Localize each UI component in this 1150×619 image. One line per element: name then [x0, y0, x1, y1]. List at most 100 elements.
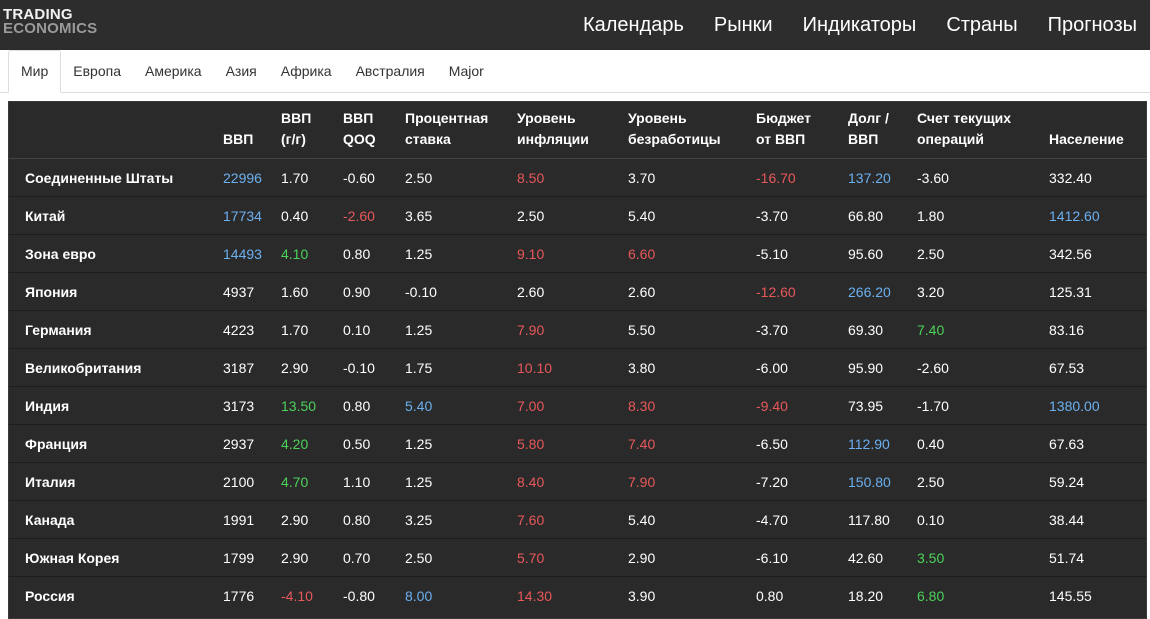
cell-gdp[interactable]: 14493	[217, 234, 275, 273]
table-row[interactable]: Китай 17734 0.40 -2.60 3.65 2.50 5.40 -3.70 66.8…	[9, 196, 1146, 235]
cell-unemployment-rate[interactable]: 7.40	[622, 424, 750, 463]
cell-gdp-yoy[interactable]: 2.90	[275, 500, 337, 539]
table-row[interactable]: Италия 2100 4.70 1.10 1.25 8.40 7.90 -7.20 150.8…	[9, 462, 1146, 501]
table-row[interactable]: Франция 2937 4.20 0.50 1.25 5.80 7.40 -6.50 112.…	[9, 424, 1146, 463]
cell-interest-rate[interactable]: 3.25	[399, 500, 511, 539]
cell-current-account[interactable]: -2.60	[911, 348, 1043, 387]
cell-gdp[interactable]: 22996	[217, 159, 275, 197]
cell-gdp-yoy[interactable]: 4.20	[275, 424, 337, 463]
cell-inflation-rate[interactable]: 7.60	[511, 500, 622, 539]
cell-interest-rate[interactable]: -0.10	[399, 272, 511, 311]
cell-gdp-qoq[interactable]: 0.50	[337, 424, 399, 463]
cell-interest-rate[interactable]: 5.40	[399, 386, 511, 425]
cell-budget-to-gdp[interactable]: -12.60	[750, 272, 842, 311]
cell-gdp-yoy[interactable]: 1.70	[275, 310, 337, 349]
cell-population[interactable]: 67.53	[1043, 348, 1146, 387]
cell-current-account[interactable]: 3.50	[911, 538, 1043, 577]
cell-interest-rate[interactable]: 1.25	[399, 462, 511, 501]
table-row[interactable]: Зона евро 14493 4.10 0.80 1.25 9.10 6.60 -5.10 9…	[9, 234, 1146, 273]
cell-population[interactable]: 342.56	[1043, 234, 1146, 273]
country-link[interactable]: Италия	[9, 462, 217, 501]
cell-current-account[interactable]: 3.20	[911, 272, 1043, 311]
cell-unemployment-rate[interactable]: 2.90	[622, 538, 750, 577]
cell-gdp[interactable]: 3173	[217, 386, 275, 425]
tab-major[interactable]: Major	[437, 50, 496, 92]
tab-asia[interactable]: Азия	[214, 50, 269, 92]
cell-gdp-qoq[interactable]: 0.70	[337, 538, 399, 577]
cell-current-account[interactable]: -3.60	[911, 159, 1043, 197]
cell-unemployment-rate[interactable]: 3.70	[622, 159, 750, 197]
cell-budget-to-gdp[interactable]: -6.50	[750, 424, 842, 463]
cell-gdp[interactable]: 4223	[217, 310, 275, 349]
cell-debt-to-gdp[interactable]: 95.60	[842, 234, 911, 273]
country-link[interactable]: Китай	[9, 196, 217, 235]
cell-gdp-qoq[interactable]: 0.80	[337, 386, 399, 425]
cell-current-account[interactable]: 0.40	[911, 424, 1043, 463]
cell-interest-rate[interactable]: 1.75	[399, 348, 511, 387]
cell-current-account[interactable]: 1.80	[911, 196, 1043, 235]
cell-gdp-qoq[interactable]: -2.60	[337, 196, 399, 235]
tab-europe[interactable]: Европа	[61, 50, 133, 92]
table-row[interactable]: Великобритания 3187 2.90 -0.10 1.75 10.10 3.80…	[9, 348, 1146, 387]
cell-interest-rate[interactable]: 8.00	[399, 576, 511, 614]
tab-africa[interactable]: Африка	[269, 50, 344, 92]
tab-world[interactable]: Мир	[8, 50, 62, 93]
cell-gdp-yoy[interactable]: 0.40	[275, 196, 337, 235]
cell-debt-to-gdp[interactable]: 42.60	[842, 538, 911, 577]
cell-gdp-yoy[interactable]: -4.10	[275, 576, 337, 614]
cell-unemployment-rate[interactable]: 5.50	[622, 310, 750, 349]
cell-debt-to-gdp[interactable]: 137.20	[842, 159, 911, 197]
cell-gdp[interactable]: 2100	[217, 462, 275, 501]
cell-inflation-rate[interactable]: 2.50	[511, 196, 622, 235]
table-row[interactable]: Россия 1776 -4.10 -0.80 8.00 14.30 3.90 0.80 18.…	[9, 576, 1146, 614]
table-row[interactable]: Япония 4937 1.60 0.90 -0.10 2.60 2.60 -12.60 266…	[9, 272, 1146, 311]
cell-interest-rate[interactable]: 1.25	[399, 234, 511, 273]
country-link[interactable]: Россия	[9, 576, 217, 614]
country-link[interactable]: Франция	[9, 424, 217, 463]
cell-unemployment-rate[interactable]: 7.90	[622, 462, 750, 501]
country-link[interactable]: Южная Корея	[9, 538, 217, 577]
cell-unemployment-rate[interactable]: 3.80	[622, 348, 750, 387]
cell-budget-to-gdp[interactable]: -16.70	[750, 159, 842, 197]
cell-debt-to-gdp[interactable]: 73.95	[842, 386, 911, 425]
cell-gdp-qoq[interactable]: 0.90	[337, 272, 399, 311]
cell-gdp-qoq[interactable]: -0.60	[337, 159, 399, 197]
cell-budget-to-gdp[interactable]: 0.80	[750, 576, 842, 614]
cell-debt-to-gdp[interactable]: 66.80	[842, 196, 911, 235]
cell-gdp-yoy[interactable]: 13.50	[275, 386, 337, 425]
cell-gdp-qoq[interactable]: -0.10	[337, 348, 399, 387]
country-link[interactable]: Соединенные Штаты	[9, 159, 217, 197]
cell-inflation-rate[interactable]: 8.40	[511, 462, 622, 501]
tab-america[interactable]: Америка	[133, 50, 214, 92]
cell-current-account[interactable]: 6.80	[911, 576, 1043, 614]
country-link[interactable]: Канада	[9, 500, 217, 539]
cell-current-account[interactable]: 2.50	[911, 462, 1043, 501]
cell-gdp[interactable]: 17734	[217, 196, 275, 235]
cell-debt-to-gdp[interactable]: 69.30	[842, 310, 911, 349]
nav-forecasts[interactable]: Прогнозы	[1048, 14, 1137, 37]
country-link[interactable]: Индия	[9, 386, 217, 425]
cell-gdp-qoq[interactable]: 1.10	[337, 462, 399, 501]
cell-debt-to-gdp[interactable]: 117.80	[842, 500, 911, 539]
nav-markets[interactable]: Рынки	[714, 14, 773, 37]
cell-inflation-rate[interactable]: 5.70	[511, 538, 622, 577]
cell-inflation-rate[interactable]: 7.90	[511, 310, 622, 349]
cell-budget-to-gdp[interactable]: -6.10	[750, 538, 842, 577]
nav-calendar[interactable]: Календарь	[583, 14, 684, 37]
cell-current-account[interactable]: 0.10	[911, 500, 1043, 539]
cell-current-account[interactable]: 2.50	[911, 234, 1043, 273]
cell-current-account[interactable]: 7.40	[911, 310, 1043, 349]
cell-unemployment-rate[interactable]: 6.60	[622, 234, 750, 273]
cell-gdp-yoy[interactable]: 2.90	[275, 538, 337, 577]
cell-budget-to-gdp[interactable]: -3.70	[750, 310, 842, 349]
cell-gdp-yoy[interactable]: 1.60	[275, 272, 337, 311]
cell-interest-rate[interactable]: 3.65	[399, 196, 511, 235]
cell-gdp-qoq[interactable]: 0.80	[337, 234, 399, 273]
cell-debt-to-gdp[interactable]: 150.80	[842, 462, 911, 501]
cell-inflation-rate[interactable]: 7.00	[511, 386, 622, 425]
cell-inflation-rate[interactable]: 10.10	[511, 348, 622, 387]
country-link[interactable]: Великобритания	[9, 348, 217, 387]
cell-gdp-yoy[interactable]: 4.70	[275, 462, 337, 501]
cell-debt-to-gdp[interactable]: 112.90	[842, 424, 911, 463]
cell-budget-to-gdp[interactable]: -7.20	[750, 462, 842, 501]
